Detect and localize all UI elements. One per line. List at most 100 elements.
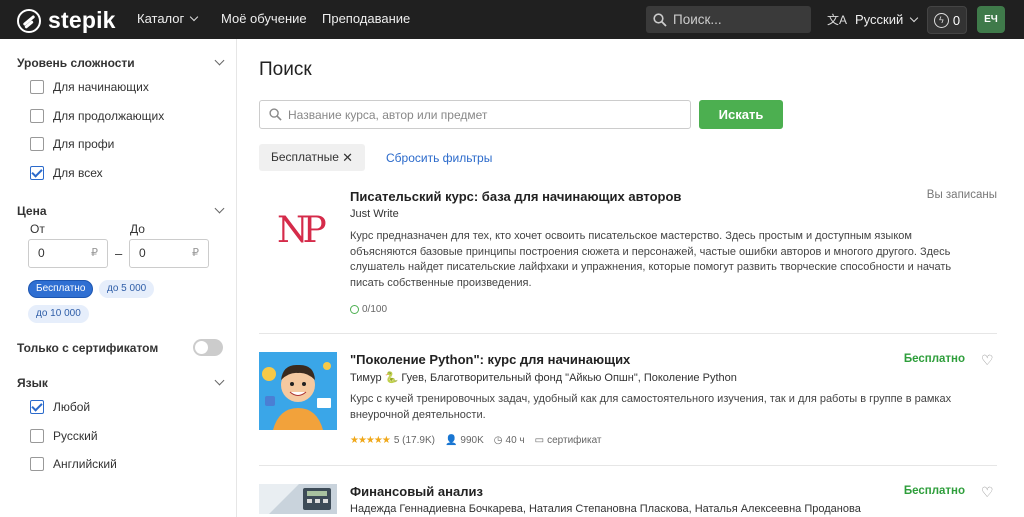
- rating-value: 5 (17.9K): [393, 435, 435, 446]
- price-title: Цена: [17, 204, 47, 218]
- language-label: Русский: [855, 12, 904, 27]
- progress-circle-icon: [350, 305, 359, 314]
- points-button[interactable]: ϟ 0: [927, 6, 967, 34]
- avatar[interactable]: ЕЧ: [977, 6, 1005, 33]
- active-filter-tag[interactable]: Бесплатные ✕: [259, 144, 365, 171]
- price-from-label: От: [30, 222, 45, 236]
- logo-text: stepik: [48, 7, 116, 33]
- lightning-coin-icon: ϟ: [933, 12, 949, 28]
- course-thumbnail: [259, 352, 337, 430]
- price-free-label: Бесплатно: [903, 353, 965, 365]
- stepik-logo[interactable]: stepik: [17, 7, 116, 34]
- close-icon[interactable]: ✕: [342, 144, 353, 171]
- course-search-input[interactable]: Название курса, автор или предмет: [259, 100, 691, 129]
- price-from-value: 0: [38, 246, 45, 260]
- top-search-placeholder: Поиск...: [673, 12, 722, 27]
- chevron-down-icon: [190, 12, 199, 22]
- course-card[interactable]: Финансовый анализ Надежда Геннадиевна Бо…: [259, 484, 997, 517]
- search-button[interactable]: Искать: [699, 100, 783, 129]
- checkbox-lang-english[interactable]: Английский: [30, 457, 117, 471]
- course-author[interactable]: Надежда Геннадиевна Бочкарева, Наталия С…: [350, 503, 861, 515]
- price-to-value: 0: [139, 246, 146, 260]
- course-card[interactable]: "Поколение Python": курс для начинающих …: [259, 352, 997, 466]
- checkbox-label: Для всех: [53, 166, 103, 180]
- certificate-icon: ▭: [534, 435, 545, 446]
- divider: [259, 333, 997, 334]
- chevron-down-icon: [910, 13, 919, 22]
- heart-icon[interactable]: ♡: [981, 353, 994, 367]
- difficulty-title: Уровень сложности: [17, 56, 135, 70]
- reset-filters-link[interactable]: Сбросить фильтры: [386, 151, 492, 165]
- course-search-placeholder: Название курса, автор или предмет: [288, 107, 488, 122]
- price-to-input[interactable]: 0 ₽: [129, 239, 209, 268]
- nav-my-learning[interactable]: Моё обучение: [221, 11, 307, 26]
- checkbox-lang-russian[interactable]: Русский: [30, 429, 98, 443]
- course-card[interactable]: NP Писательский курс: база для начинающи…: [259, 180, 997, 334]
- top-search-input[interactable]: Поиск...: [646, 6, 811, 33]
- checkbox-for-all[interactable]: Для всех: [30, 166, 103, 180]
- price-chip-10000[interactable]: до 10 000: [28, 305, 89, 323]
- checkbox-intermediate[interactable]: Для продолжающих: [30, 109, 164, 123]
- checkbox-label: Английский: [53, 457, 117, 471]
- filters-sidebar: Уровень сложности Для начинающих Для про…: [0, 39, 237, 517]
- checkbox-label: Для продолжающих: [53, 109, 165, 123]
- heart-icon[interactable]: ♡: [981, 485, 994, 499]
- course-description: Курс предназначен для тех, кто хочет осв…: [350, 230, 952, 289]
- checkbox-icon: [30, 80, 44, 94]
- progress-value: 0/100: [362, 304, 388, 315]
- chevron-down-icon[interactable]: [214, 203, 225, 214]
- checkbox-checked-icon: [30, 400, 44, 414]
- course-logo: NP: [277, 210, 327, 251]
- user-icon: 👤: [444, 435, 458, 446]
- course-meta: ★★★★★ 5 (17.9K) 👤 990K ◷ 40 ч ▭ сертифик…: [350, 435, 602, 446]
- course-thumbnail: [259, 484, 337, 514]
- price-chip-5000[interactable]: до 5 000: [99, 280, 155, 298]
- price-chip-free[interactable]: Бесплатно: [28, 280, 94, 298]
- checkbox-label: Любой: [53, 400, 91, 414]
- price-from-input[interactable]: 0 ₽: [28, 239, 108, 268]
- price-free-label: Бесплатно: [903, 485, 965, 497]
- active-filter-label: Бесплатные: [271, 150, 339, 164]
- course-author[interactable]: Тимур 🐍 Гуев, Благотворительный фонд "Ай…: [350, 371, 737, 384]
- learners-count: 990K: [460, 435, 484, 446]
- course-title[interactable]: "Поколение Python": курс для начинающих: [350, 352, 630, 367]
- language-title: Язык: [17, 376, 48, 390]
- course-title[interactable]: Писательский курс: база для начинающих а…: [350, 189, 681, 204]
- calculator-image: [259, 484, 337, 514]
- course-title[interactable]: Финансовый анализ: [350, 484, 483, 499]
- search-icon: [653, 12, 667, 27]
- ruble-icon: ₽: [91, 247, 98, 259]
- enrolled-status: Вы записаны: [926, 189, 997, 201]
- checkbox-label: Русский: [53, 429, 98, 443]
- checkbox-pro[interactable]: Для профи: [30, 137, 114, 151]
- python-character-image: [259, 352, 337, 430]
- chevron-down-icon[interactable]: [214, 375, 225, 386]
- top-navbar: stepik Каталог Моё обучение Преподавание…: [0, 0, 1024, 39]
- divider: [259, 465, 997, 466]
- certificate-filter-label: Только с сертификатом: [17, 341, 159, 355]
- checkbox-checked-icon: [30, 166, 44, 180]
- translate-icon: 文A: [827, 13, 848, 27]
- nav-catalog-label: Каталог: [137, 11, 185, 26]
- points-count: 0: [952, 12, 961, 28]
- duration-value: 40 ч: [505, 435, 525, 446]
- nav-teaching[interactable]: Преподавание: [322, 11, 410, 26]
- language-selector[interactable]: 文A Русский: [827, 11, 919, 28]
- course-progress: 0/100: [350, 304, 387, 315]
- chevron-down-icon[interactable]: [214, 55, 225, 66]
- course-author[interactable]: Just Write: [350, 208, 399, 220]
- ruble-icon: ₽: [192, 247, 199, 259]
- clock-icon: ◷: [493, 435, 503, 446]
- checkbox-beginner[interactable]: Для начинающих: [30, 80, 149, 94]
- checkbox-icon: [30, 109, 44, 123]
- page-title: Поиск: [259, 59, 312, 80]
- checkbox-icon: [30, 429, 44, 443]
- price-dash: –: [115, 246, 123, 261]
- certificate-toggle[interactable]: [193, 339, 223, 356]
- checkbox-label: Для профи: [53, 137, 115, 151]
- course-description: Курс с кучей тренировочных задач, удобны…: [350, 393, 952, 421]
- nav-catalog[interactable]: Каталог: [137, 11, 199, 26]
- checkbox-lang-any[interactable]: Любой: [30, 400, 90, 414]
- checkbox-icon: [30, 457, 44, 471]
- certificate-label: сертификат: [547, 435, 602, 446]
